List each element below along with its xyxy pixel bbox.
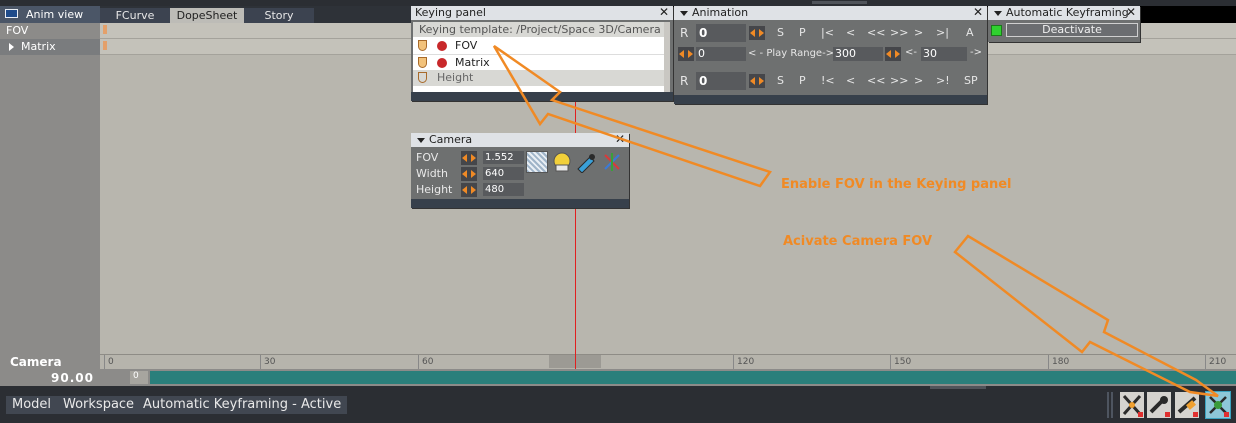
annotation-arrows (492, 44, 1219, 398)
annotation-camera: Acivate Camera FOV (783, 234, 933, 249)
annotation-keying: Enable FOV in the Keying panel (781, 177, 1012, 192)
arrow-to-keying (492, 44, 773, 188)
arrow-to-camera-tool (953, 234, 1219, 398)
